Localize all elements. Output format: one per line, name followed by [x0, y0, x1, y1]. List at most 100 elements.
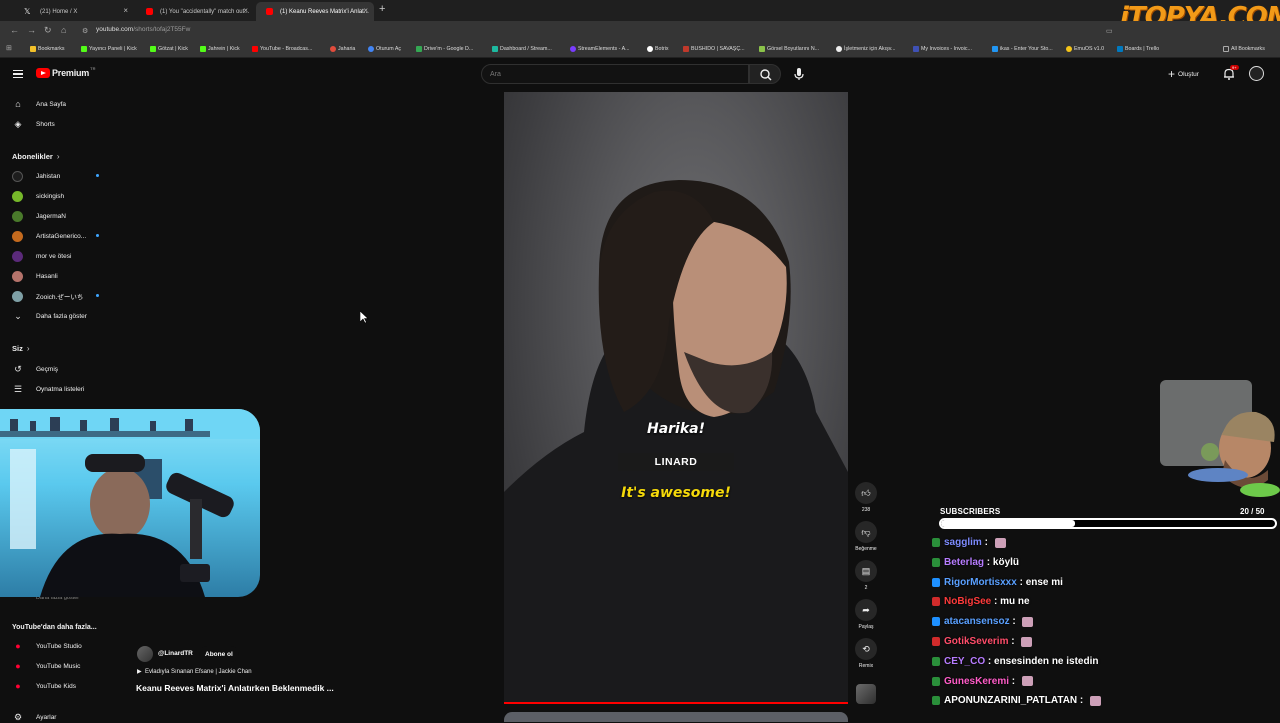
url-field[interactable]: youtube.com/shorts/tofaj2T55Fw	[96, 26, 190, 33]
all-bookmarks[interactable]: All Bookmarks	[1223, 46, 1265, 52]
search-input[interactable]	[481, 64, 749, 84]
site-info-icon[interactable]: ⚙	[82, 27, 88, 35]
bookmark-item[interactable]: YouTube - Broadcas...	[252, 46, 312, 52]
logo-region: TR	[90, 65, 96, 71]
close-tab-icon[interactable]: ×	[363, 6, 368, 15]
chat-username[interactable]: RigorMortisxxx	[944, 577, 1017, 588]
bookmark-item[interactable]: StreamElements - A...	[570, 46, 630, 52]
comments-button[interactable]: ▤ 2	[855, 560, 877, 591]
channel-handle[interactable]: @LinardTR	[158, 650, 193, 657]
account-avatar[interactable]	[1249, 66, 1264, 81]
history-icon: ↺	[14, 363, 22, 374]
youtube-play-icon	[36, 68, 50, 78]
bookmark-item[interactable]: Jahrein | Kick	[200, 46, 240, 52]
chat-username[interactable]: NoBigSee	[944, 596, 991, 607]
sidebar-item-studio[interactable]: ● YouTube Studio	[12, 640, 82, 652]
chat-message: GunesKeremi :	[932, 676, 1033, 687]
chat-separator: :	[1009, 675, 1018, 687]
subscriptions-header[interactable]: Abonelikler ›	[12, 152, 60, 161]
cast-icon[interactable]: ▭	[1106, 27, 1113, 35]
subscription-item[interactable]: Zooich.ぜーいち	[12, 290, 99, 302]
like-button[interactable]: 👍︎ 238	[855, 482, 877, 513]
chevron-right-icon: ›	[26, 344, 30, 353]
subscription-item[interactable]: Jahistan	[12, 170, 99, 182]
next-short-preview[interactable]	[504, 712, 848, 722]
back-icon[interactable]: ←	[10, 25, 19, 35]
sidebar-item-shorts[interactable]: ◈ Shorts	[12, 118, 55, 130]
dislike-icon: 👎︎	[855, 521, 877, 543]
dislike-button[interactable]: 👎︎ Beğenme	[855, 521, 877, 552]
chat-username[interactable]: CEY_CO	[944, 656, 985, 667]
channel-name: Hasanli	[36, 272, 58, 280]
bookmark-item[interactable]: Boards | Trello	[1117, 46, 1159, 52]
chat-separator: :	[1008, 636, 1018, 647]
chat-username[interactable]: GunesKeremi	[944, 676, 1009, 687]
browser-tab[interactable]: (1) You "accidentally" match out... ×	[136, 2, 254, 21]
subscription-item[interactable]: JagermaN	[12, 210, 66, 222]
browser-tab-active[interactable]: (1) Keanu Reeves Matrix'i Anlat... ×	[256, 2, 374, 21]
show-more-subscriptions[interactable]: ⌄ Daha fazla göster	[12, 310, 87, 322]
comment-count: 2	[864, 585, 868, 591]
you-header[interactable]: Siz ›	[12, 344, 30, 353]
microphone-icon[interactable]	[791, 66, 807, 82]
apps-icon[interactable]: ⊞	[6, 44, 12, 52]
bookmark-item[interactable]: BUSHIDO | SAVAŞÇ...	[683, 46, 745, 52]
subscription-item[interactable]: Hasanli	[12, 270, 58, 282]
play-icon: ▶	[137, 669, 145, 675]
home-icon[interactable]: ⌂	[61, 25, 66, 35]
bookmark-item[interactable]: ikas - Enter Your Sto...	[992, 46, 1053, 52]
close-tab-icon[interactable]: ×	[123, 6, 128, 15]
chat-username[interactable]: GotikSeverim	[944, 636, 1008, 647]
chat-username[interactable]: APONUNZARINI_PATLATAN	[944, 695, 1077, 706]
new-tab-button[interactable]: +	[379, 3, 385, 15]
sidebar-item-playlists[interactable]: ☰ Oynatma listeleri	[12, 383, 84, 395]
chat-emote-icon	[1021, 676, 1033, 687]
sound-thumbnail[interactable]	[856, 684, 876, 704]
chat-username[interactable]: Beterlag	[944, 557, 984, 568]
browser-tab[interactable]: 𝕏 (21) Home / X ×	[16, 2, 134, 21]
bookmark-item[interactable]: Botrix	[647, 46, 669, 52]
menu-icon[interactable]	[13, 70, 23, 78]
related-video-link[interactable]: ▶ Evladıyla Sınanan Efsane | Jackie Chan	[137, 668, 252, 675]
youtube-music-icon: ●	[15, 661, 21, 671]
close-tab-icon[interactable]: ×	[243, 6, 248, 15]
shorts-video-player[interactable]: Harika! LINARD It's awesome!	[504, 92, 848, 704]
search-button[interactable]	[749, 64, 781, 84]
bookmark-item[interactable]: EmuOS v1.0	[1066, 46, 1104, 52]
chat-separator: :	[981, 537, 991, 548]
bookmark-item[interactable]: Dashboard / Stream...	[492, 46, 552, 52]
chat-emote-icon	[1021, 636, 1033, 647]
share-button[interactable]: ➦ Paylaş	[855, 599, 877, 630]
home-icon: ⌂	[15, 99, 21, 109]
bookmark-item[interactable]: Görsel Boyutlarını N...	[759, 46, 819, 52]
subscription-item[interactable]: sickingish	[12, 190, 64, 202]
bookmark-item[interactable]: My Invoices - Invoic...	[913, 46, 972, 52]
video-progress-bar[interactable]	[504, 702, 848, 704]
sidebar-item-settings[interactable]: ⚙ Ayarlar	[12, 711, 57, 723]
plus-icon: +	[1168, 67, 1176, 81]
chat-username[interactable]: atacansensoz	[944, 616, 1010, 627]
create-label: Oluştur	[1178, 70, 1199, 78]
youtube-premium-logo[interactable]: Premium TR	[36, 65, 96, 78]
bookmark-item[interactable]: Jaharia	[330, 46, 355, 52]
bookmark-item[interactable]: İşletmeniz için Akışv...	[836, 46, 895, 52]
bookmark-item[interactable]: Oturum Aç	[368, 46, 401, 52]
bookmark-item[interactable]: Drive'm - Google D...	[416, 46, 473, 52]
reload-icon[interactable]: ↻	[44, 25, 52, 36]
sidebar-item-label: YouTube Kids	[36, 682, 76, 690]
bookmark-item[interactable]: Yayıncı Paneli | Kick	[81, 46, 137, 52]
channel-avatar[interactable]	[137, 646, 153, 662]
bookmark-item[interactable]: Bookmarks	[30, 46, 65, 52]
subscription-item[interactable]: ArtistaGenerico...	[12, 230, 99, 242]
sidebar-item-home[interactable]: ⌂ Ana Sayfa	[12, 98, 66, 110]
sidebar-item-history[interactable]: ↺ Geçmiş	[12, 363, 58, 375]
sidebar-item-kids[interactable]: ● YouTube Kids	[12, 680, 76, 692]
chat-username[interactable]: sagglim	[944, 537, 982, 548]
create-button[interactable]: + Oluştur	[1168, 67, 1199, 81]
bookmark-item[interactable]: Götzat | Kick	[150, 46, 188, 52]
subscribe-button[interactable]: Abone ol	[199, 646, 239, 662]
sidebar-item-music[interactable]: ● YouTube Music	[12, 660, 80, 672]
subscription-item[interactable]: mor ve ötesi	[12, 250, 71, 262]
forward-icon[interactable]: →	[27, 25, 36, 35]
remix-button[interactable]: ⟲ Remix	[855, 638, 877, 669]
